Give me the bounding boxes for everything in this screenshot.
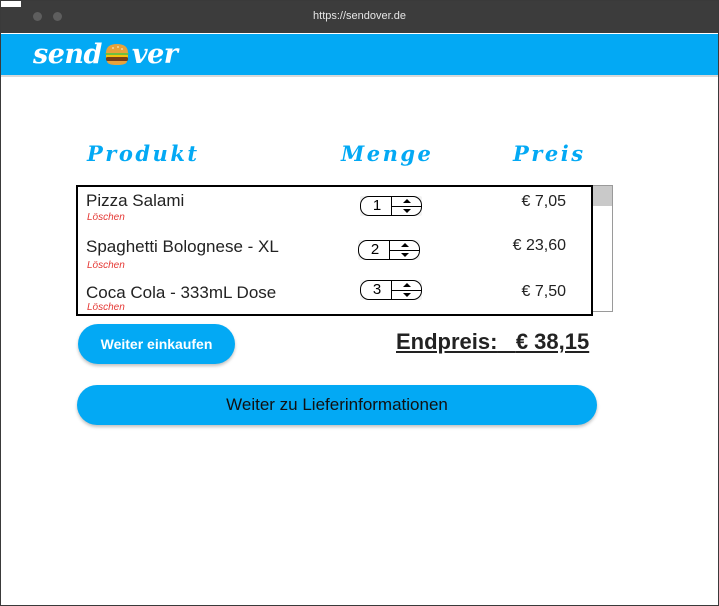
scrollbar-thumb[interactable] <box>593 186 612 206</box>
column-header-price: Preis <box>513 141 586 166</box>
stepper-buttons <box>391 281 422 299</box>
stepper-buttons <box>391 197 422 215</box>
column-header-quantity: Menge <box>341 141 434 166</box>
item-price: € 7,05 <box>521 193 566 210</box>
remove-item-link[interactable]: Löschen <box>87 302 125 313</box>
total-value: € 38,15 <box>515 329 590 354</box>
decrement-arrow-icon[interactable] <box>403 209 411 213</box>
brand-name-left: send <box>33 38 102 70</box>
product-name: Pizza Salami <box>86 191 185 210</box>
decrement-arrow-icon[interactable] <box>403 293 411 297</box>
quantity-stepper[interactable]: 3 <box>360 280 422 300</box>
cart-row: Pizza Salami Löschen 1 € 7,05 <box>78 189 591 233</box>
tab-notch <box>1 1 21 7</box>
brand-logo[interactable]: send ver <box>33 38 178 70</box>
burger-icon <box>103 42 131 66</box>
increment-arrow-icon[interactable] <box>401 243 409 247</box>
brand-name-right: ver <box>131 38 178 70</box>
address-bar-url[interactable]: https://sendover.de <box>1 10 718 22</box>
quantity-stepper[interactable]: 2 <box>358 240 420 260</box>
column-header-product: Produkt <box>87 141 200 166</box>
quantity-field[interactable]: 1 <box>360 196 422 216</box>
quantity-field[interactable]: 3 <box>360 280 422 300</box>
increment-arrow-icon[interactable] <box>403 199 411 203</box>
cart-row: Spaghetti Bolognese - XL Löschen 2 € 23,… <box>78 235 591 279</box>
quantity-stepper[interactable]: 1 <box>360 196 422 216</box>
continue-to-delivery-button[interactable]: Weiter zu Lieferinformationen <box>77 385 597 425</box>
browser-titlebar: https://sendover.de <box>1 1 718 33</box>
cart-list: Pizza Salami Löschen 1 € 7,05 Spaghetti … <box>76 185 593 316</box>
continue-shopping-button[interactable]: Weiter einkaufen <box>78 324 235 364</box>
cart-scrollbar[interactable] <box>593 185 613 312</box>
remove-item-link[interactable]: Löschen <box>87 260 125 271</box>
remove-item-link[interactable]: Löschen <box>87 212 125 223</box>
item-price: € 23,60 <box>512 237 566 254</box>
total-price: Endpreis: € 38,15 <box>396 329 589 355</box>
quantity-field[interactable]: 2 <box>358 240 420 260</box>
quantity-value: 2 <box>370 241 380 258</box>
quantity-value: 1 <box>372 197 382 214</box>
stepper-divider <box>390 250 420 251</box>
stepper-divider <box>392 206 422 207</box>
increment-arrow-icon[interactable] <box>403 283 411 287</box>
item-price: € 7,50 <box>521 283 566 300</box>
browser-window: https://sendover.de send ver Produkt Men… <box>0 0 719 606</box>
cart-row: Coca Cola - 333mL Dose Löschen 3 € 7,50 <box>78 280 591 325</box>
stepper-divider <box>392 290 422 291</box>
quantity-value: 3 <box>372 281 382 298</box>
total-label: Endpreis: <box>396 329 498 354</box>
app-header: send ver <box>1 34 718 77</box>
decrement-arrow-icon[interactable] <box>401 253 409 257</box>
product-name: Coca Cola - 333mL Dose <box>86 283 277 302</box>
product-name: Spaghetti Bolognese - XL <box>86 237 279 256</box>
stepper-buttons <box>389 241 420 259</box>
